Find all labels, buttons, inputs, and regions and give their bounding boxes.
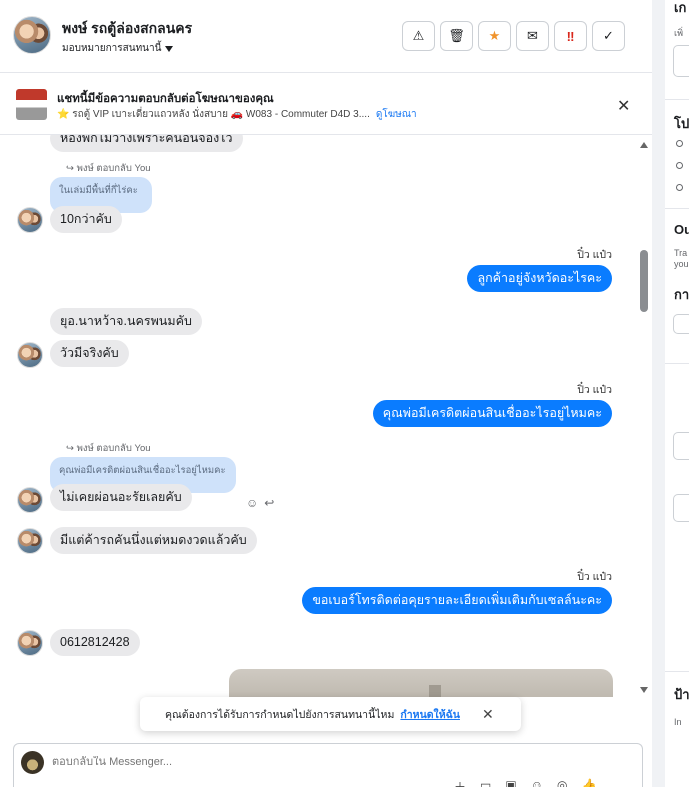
panel-button[interactable]: [673, 45, 689, 77]
close-icon[interactable]: ✕: [617, 96, 630, 116]
like-icon[interactable]: 👍: [581, 778, 596, 787]
message-bubble-incoming[interactable]: มีแต่ค้ารถคันนึ่งแต่หมดงวดแล้วคับ: [50, 527, 257, 554]
assign-toast: คุณต้องการได้รับการกำหนดไปยังการสนทนานี้…: [140, 697, 521, 731]
panel-text: In: [674, 717, 682, 727]
panel-heading: กา: [674, 287, 689, 302]
star-icon: ★: [488, 28, 501, 43]
panel-heading: เก: [674, 0, 687, 15]
panel-field[interactable]: [673, 494, 689, 522]
double-exclamation-icon: ‼: [566, 28, 575, 44]
reply-input[interactable]: [52, 756, 552, 768]
ad-subtitle: ⭐ รถตู้ VIP เบาะเดี่ยวแถวหลัง นั่งสบาย 🚗…: [57, 107, 417, 122]
message-bubble-outgoing[interactable]: ขอเบอร์โทรติดต่อคุยรายละเอียดเพิ่มเติมกั…: [302, 587, 612, 614]
message-actions: ☺ ↩: [246, 496, 274, 510]
ad-description: ⭐ รถตู้ VIP เบาะเดี่ยวแถวหลัง นั่งสบาย 🚗…: [57, 109, 370, 120]
divider: [665, 671, 689, 672]
divider: [665, 99, 689, 100]
scrollbar[interactable]: [637, 140, 651, 700]
action-toolbar: ⚠ 🗑 ★ ✉ ‼ ✓: [402, 21, 625, 51]
star-button[interactable]: ★: [478, 21, 511, 51]
ad-title: แชทนี้มีข้อความตอบกลับต่อโฆษณาของคุณ: [57, 93, 274, 105]
ad-thumbnail[interactable]: [16, 89, 47, 120]
scrollbar-thumb[interactable]: [640, 250, 648, 312]
message-bubble-incoming[interactable]: ยุอ.นาหว้าจ.นครพนมคับ: [50, 308, 202, 335]
panel-text: เพิ่: [674, 28, 684, 38]
message-bubble-incoming[interactable]: 10กว่าคับ: [50, 206, 122, 233]
gif-icon[interactable]: ◎: [557, 778, 567, 787]
sender-name: ปิ๋ว แป๋ว: [577, 384, 612, 396]
spam-button[interactable]: ⚠: [402, 21, 435, 51]
scroll-down-icon[interactable]: [640, 687, 648, 693]
conversation-pane: พงษ์ รถตู้ล่องสกลนคร มอบหมายการสนทนานี้ …: [0, 0, 652, 787]
reply-arrow-icon[interactable]: ↩: [264, 496, 274, 510]
panel-text: Tra: [674, 248, 688, 258]
contact-avatar[interactable]: [13, 16, 51, 54]
panel-field[interactable]: [673, 432, 689, 460]
message-bubble-outgoing[interactable]: ลูกค้าอยู่จังหวัดอะไรคะ: [467, 265, 612, 292]
composer-tools: ＋ ▭ ▣ ☺ ◎ 👍: [454, 778, 596, 787]
message-bubble-outgoing[interactable]: คุณพ่อมีเครดิตผ่อนสินเชื่ออะไรอยู่ไหมคะ: [372, 400, 612, 427]
contact-name[interactable]: พงษ์ รถตู้ล่องสกลนคร: [62, 18, 192, 40]
warning-icon: ⚠: [412, 28, 425, 43]
image-attachment[interactable]: [229, 669, 613, 697]
clock-icon: [676, 140, 683, 147]
message-bubble-incoming[interactable]: ห้องพักไม่ว่างเพราะคนอื่นจองไว้: [50, 135, 243, 152]
panel-heading: Ou: [674, 222, 689, 237]
divider: [665, 208, 689, 209]
view-ad-link[interactable]: ดูโฆษณา: [376, 109, 417, 120]
panel-heading: ป้า: [674, 687, 689, 702]
sender-name: ปิ๋ว แป๋ว: [577, 249, 612, 261]
ad-context-bar: แชทนี้มีข้อความตอบกลับต่อโฆษณาของคุณ ⭐ ร…: [0, 73, 652, 135]
panel-text: you: [674, 259, 689, 269]
message-bubble-incoming[interactable]: วัวมีจริงคับ: [50, 340, 129, 367]
envelope-open-icon: ✉: [527, 28, 538, 43]
location-icon: [676, 162, 683, 169]
scroll-up-icon[interactable]: [640, 142, 648, 148]
image-icon[interactable]: ▣: [505, 778, 516, 787]
reply-indicator: ↪ พงษ์ ตอบกลับ You: [66, 163, 151, 174]
sender-name: ปิ๋ว แป๋ว: [577, 571, 612, 583]
message-bubble-incoming[interactable]: ไม่เคยผ่อนอะรัยเลยคับ: [50, 484, 192, 511]
contact-details-panel: เก เพิ่ โป Ou Tra you กา ป้า In: [665, 0, 689, 787]
toast-text: คุณต้องการได้รับการกำหนดไปยังการสนทนานี้…: [165, 708, 395, 721]
panel-divider: [652, 0, 665, 787]
panel-heading: โป: [674, 116, 689, 131]
assign-label: มอบหมายการสนทนานี้: [62, 43, 162, 54]
location-icon: [676, 184, 683, 191]
emoji-icon[interactable]: ☺: [531, 778, 543, 787]
emoji-react-icon[interactable]: ☺: [246, 496, 258, 510]
assign-dropdown[interactable]: มอบหมายการสนทนานี้: [62, 41, 174, 56]
close-icon[interactable]: ✕: [482, 706, 494, 723]
done-button[interactable]: ✓: [592, 21, 625, 51]
reply-indicator: ↪ พงษ์ ตอบกลับ You: [66, 443, 151, 454]
caret-down-icon: [165, 45, 174, 52]
saved-reply-icon[interactable]: ▭: [480, 778, 491, 787]
attach-icon[interactable]: ＋: [454, 778, 466, 787]
page-avatar: [21, 751, 44, 774]
composer: ＋ ▭ ▣ ☺ ◎ 👍: [13, 743, 643, 787]
sender-avatar[interactable]: [17, 342, 43, 368]
message-thread[interactable]: ห้องพักไม่ว่างเพราะคนอื่นจองไว้ ↪ พงษ์ ต…: [0, 135, 652, 697]
sender-avatar[interactable]: [17, 487, 43, 513]
divider: [665, 363, 689, 364]
assign-to-me-link[interactable]: กำหนดให้ฉัน: [400, 706, 460, 723]
delete-button[interactable]: 🗑: [440, 21, 473, 51]
message-bubble-incoming[interactable]: 0612812428: [50, 629, 140, 656]
check-icon: ✓: [603, 28, 614, 43]
trash-icon: 🗑: [448, 28, 465, 43]
sender-avatar[interactable]: [17, 630, 43, 656]
sender-avatar[interactable]: [17, 207, 43, 233]
mark-unread-button[interactable]: ✉: [516, 21, 549, 51]
checkbox[interactable]: [673, 314, 689, 334]
priority-button[interactable]: ‼: [554, 21, 587, 51]
sender-avatar[interactable]: [17, 528, 43, 554]
conversation-header: พงษ์ รถตู้ล่องสกลนคร มอบหมายการสนทนานี้ …: [0, 0, 652, 73]
